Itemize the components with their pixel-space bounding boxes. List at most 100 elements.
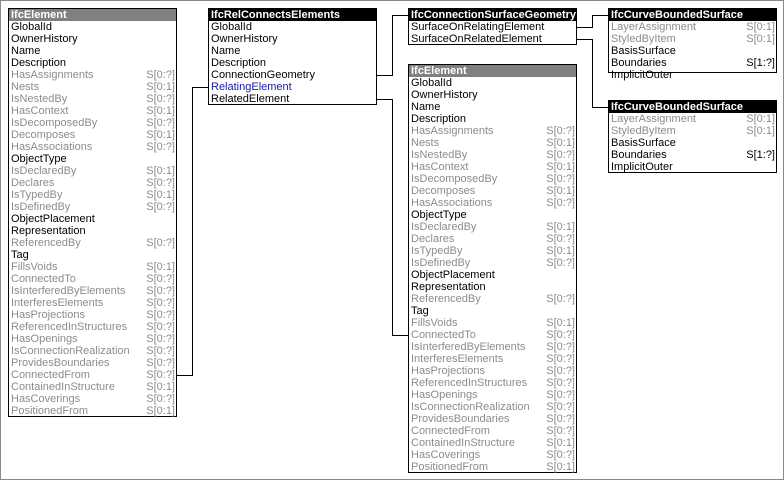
attribute-isinterferedbyelements[interactable]: IsInterferedByElements S[0:?] xyxy=(409,341,576,353)
attribute-referencedinstructures[interactable]: ReferencedInStructures S[0:?] xyxy=(9,321,176,333)
attribute-declares[interactable]: Declares S[0:?] xyxy=(409,233,576,245)
attribute-representation[interactable]: Representation xyxy=(409,281,576,293)
attribute-isconnectionrealization[interactable]: IsConnectionRealization S[0:?] xyxy=(9,345,176,357)
attribute-hasprojections[interactable]: HasProjections S[0:?] xyxy=(409,365,576,377)
attribute-isdecomposedby[interactable]: IsDecomposedBy S[0:?] xyxy=(9,117,176,129)
attribute-styledbyitem[interactable]: StyledByItem S[0:1] xyxy=(609,125,776,137)
attribute-tag[interactable]: Tag xyxy=(409,305,576,317)
attribute-implicitouter[interactable]: ImplicitOuter xyxy=(609,161,776,173)
attribute-fillsvoids[interactable]: FillsVoids S[0:1] xyxy=(409,317,576,329)
attribute-connectedto[interactable]: ConnectedTo S[0:?] xyxy=(409,329,576,341)
attribute-cardinality: S[0:?] xyxy=(546,377,575,389)
entity-ifccurveboundedsurface-2[interactable]: IfcCurveBoundedSurface LayerAssignment S[0… xyxy=(608,100,777,173)
attribute-referencedby[interactable]: ReferencedBy S[0:?] xyxy=(9,237,176,249)
attribute-connectedto[interactable]: ConnectedTo S[0:?] xyxy=(9,273,176,285)
attribute-name[interactable]: Name xyxy=(409,101,576,113)
attribute-interfereselements[interactable]: InterferesElements S[0:?] xyxy=(9,297,176,309)
attribute-basissurface[interactable]: BasisSurface xyxy=(609,137,776,149)
attribute-hascontext[interactable]: HasContext S[0:1] xyxy=(409,161,576,173)
attribute-nests[interactable]: Nests S[0:1] xyxy=(9,81,176,93)
attribute-boundaries[interactable]: Boundaries S[1:?] xyxy=(609,149,776,161)
attribute-relatingelement[interactable]: RelatingElement xyxy=(209,81,376,93)
attribute-hasopenings[interactable]: HasOpenings S[0:?] xyxy=(9,333,176,345)
attribute-istypedby[interactable]: IsTypedBy S[0:1] xyxy=(409,245,576,257)
attribute-cardinality: S[0:1] xyxy=(146,261,175,273)
attribute-positionedfrom[interactable]: PositionedFrom S[0:1] xyxy=(9,405,176,417)
attribute-hascontext[interactable]: HasContext S[0:1] xyxy=(9,105,176,117)
attribute-layerassignment[interactable]: LayerAssignment S[0:1] xyxy=(609,21,776,33)
attribute-ownerhistory[interactable]: OwnerHistory xyxy=(9,33,176,45)
attribute-name: ConnectedTo xyxy=(411,329,476,341)
attribute-isnestedby[interactable]: IsNestedBy S[0:?] xyxy=(9,93,176,105)
attribute-containedinstructure[interactable]: ContainedInStructure S[0:1] xyxy=(9,381,176,393)
attribute-referencedby[interactable]: ReferencedBy S[0:?] xyxy=(409,293,576,305)
attribute-globalid[interactable]: GlobalId xyxy=(209,21,376,33)
attribute-providesboundaries[interactable]: ProvidesBoundaries S[0:?] xyxy=(9,357,176,369)
attribute-hascoverings[interactable]: HasCoverings S[0:?] xyxy=(9,393,176,405)
attribute-boundaries[interactable]: Boundaries S[1:?] xyxy=(609,57,776,69)
attribute-hascoverings[interactable]: HasCoverings S[0:?] xyxy=(409,449,576,461)
entity-ifccurveboundedsurface-1[interactable]: IfcCurveBoundedSurface LayerAssignment S[0… xyxy=(608,8,777,81)
attribute-globalid[interactable]: GlobalId xyxy=(409,77,576,89)
attribute-isdeclaredby[interactable]: IsDeclaredBy S[0:1] xyxy=(9,165,176,177)
attribute-isdefinedby[interactable]: IsDefinedBy S[0:?] xyxy=(9,201,176,213)
attribute-cardinality: S[0:1] xyxy=(746,113,775,125)
attribute-hasassociations[interactable]: HasAssociations S[0:?] xyxy=(9,141,176,153)
attribute-hasprojections[interactable]: HasProjections S[0:?] xyxy=(9,309,176,321)
attribute-nests[interactable]: Nests S[0:1] xyxy=(409,137,576,149)
attribute-relatedelement[interactable]: RelatedElement xyxy=(209,93,376,105)
attribute-description[interactable]: Description xyxy=(209,57,376,69)
attribute-isdeclaredby[interactable]: IsDeclaredBy S[0:1] xyxy=(409,221,576,233)
attribute-hasassociations[interactable]: HasAssociations S[0:?] xyxy=(409,197,576,209)
entity-ifcconnectionsurfacegeometry[interactable]: IfcConnectionSurfaceGeometry SurfaceOnRel… xyxy=(408,8,577,45)
attribute-objecttype[interactable]: ObjectType xyxy=(9,153,176,165)
attribute-istypedby[interactable]: IsTypedBy S[0:1] xyxy=(9,189,176,201)
attribute-providesboundaries[interactable]: ProvidesBoundaries S[0:?] xyxy=(409,413,576,425)
attribute-hasopenings[interactable]: HasOpenings S[0:?] xyxy=(409,389,576,401)
attribute-surfaceonrelatingelement[interactable]: SurfaceOnRelatingElement xyxy=(409,21,576,33)
attribute-containedinstructure[interactable]: ContainedInStructure S[0:1] xyxy=(409,437,576,449)
attribute-decomposes[interactable]: Decomposes S[0:1] xyxy=(409,185,576,197)
attribute-connectedfrom[interactable]: ConnectedFrom S[0:?] xyxy=(409,425,576,437)
attribute-isdefinedby[interactable]: IsDefinedBy S[0:?] xyxy=(409,257,576,269)
attribute-objectplacement[interactable]: ObjectPlacement xyxy=(9,213,176,225)
attribute-hasassignments[interactable]: HasAssignments S[0:?] xyxy=(409,125,576,137)
attribute-isconnectionrealization[interactable]: IsConnectionRealization S[0:?] xyxy=(409,401,576,413)
attribute-description[interactable]: Description xyxy=(9,57,176,69)
attribute-cardinality: S[0:?] xyxy=(146,297,175,309)
attribute-connectiongeometry[interactable]: ConnectionGeometry xyxy=(209,69,376,81)
attribute-objecttype[interactable]: ObjectType xyxy=(409,209,576,221)
attribute-styledbyitem[interactable]: StyledByItem S[0:1] xyxy=(609,33,776,45)
attribute-objectplacement[interactable]: ObjectPlacement xyxy=(409,269,576,281)
attribute-tag[interactable]: Tag xyxy=(9,249,176,261)
attribute-positionedfrom[interactable]: PositionedFrom S[0:1] xyxy=(409,461,576,473)
attribute-name[interactable]: Name xyxy=(9,45,176,57)
attribute-isnestedby[interactable]: IsNestedBy S[0:?] xyxy=(409,149,576,161)
attribute-ownerhistory[interactable]: OwnerHistory xyxy=(409,89,576,101)
attribute-hasassignments[interactable]: HasAssignments S[0:?] xyxy=(9,69,176,81)
entity-ifcelement-right[interactable]: IfcElement GlobalId OwnerHistory Name Descri… xyxy=(408,64,577,473)
attribute-basissurface[interactable]: BasisSurface xyxy=(609,45,776,57)
entity-ifcrelconnectselements[interactable]: IfcRelConnectsElements GlobalId OwnerHisto… xyxy=(208,8,377,105)
attribute-interfereselements[interactable]: InterferesElements S[0:?] xyxy=(409,353,576,365)
attribute-cardinality: S[0:1] xyxy=(546,317,575,329)
attribute-isdecomposedby[interactable]: IsDecomposedBy S[0:?] xyxy=(409,173,576,185)
attribute-declares[interactable]: Declares S[0:?] xyxy=(9,177,176,189)
attribute-description[interactable]: Description xyxy=(409,113,576,125)
attribute-name: IsDefinedBy xyxy=(411,257,471,269)
attribute-name: HasAssignments xyxy=(411,125,494,137)
attribute-name[interactable]: Name xyxy=(209,45,376,57)
attribute-isinterferedbyelements[interactable]: IsInterferedByElements S[0:?] xyxy=(9,285,176,297)
attribute-decomposes[interactable]: Decomposes S[0:1] xyxy=(9,129,176,141)
attribute-layerassignment[interactable]: LayerAssignment S[0:1] xyxy=(609,113,776,125)
attribute-globalid[interactable]: GlobalId xyxy=(9,21,176,33)
attribute-representation[interactable]: Representation xyxy=(9,225,176,237)
attribute-ownerhistory[interactable]: OwnerHistory xyxy=(209,33,376,45)
attribute-fillsvoids[interactable]: FillsVoids S[0:1] xyxy=(9,261,176,273)
entity-ifcelement-left[interactable]: IfcElement GlobalId OwnerHistory Name Descri… xyxy=(8,8,177,417)
attribute-implicitouter[interactable]: ImplicitOuter xyxy=(609,69,776,81)
attribute-surfaceonrelatedelement[interactable]: SurfaceOnRelatedElement xyxy=(409,33,576,45)
attribute-referencedinstructures[interactable]: ReferencedInStructures S[0:?] xyxy=(409,377,576,389)
attribute-name: HasOpenings xyxy=(11,333,78,345)
attribute-connectedfrom[interactable]: ConnectedFrom S[0:?] xyxy=(9,369,176,381)
